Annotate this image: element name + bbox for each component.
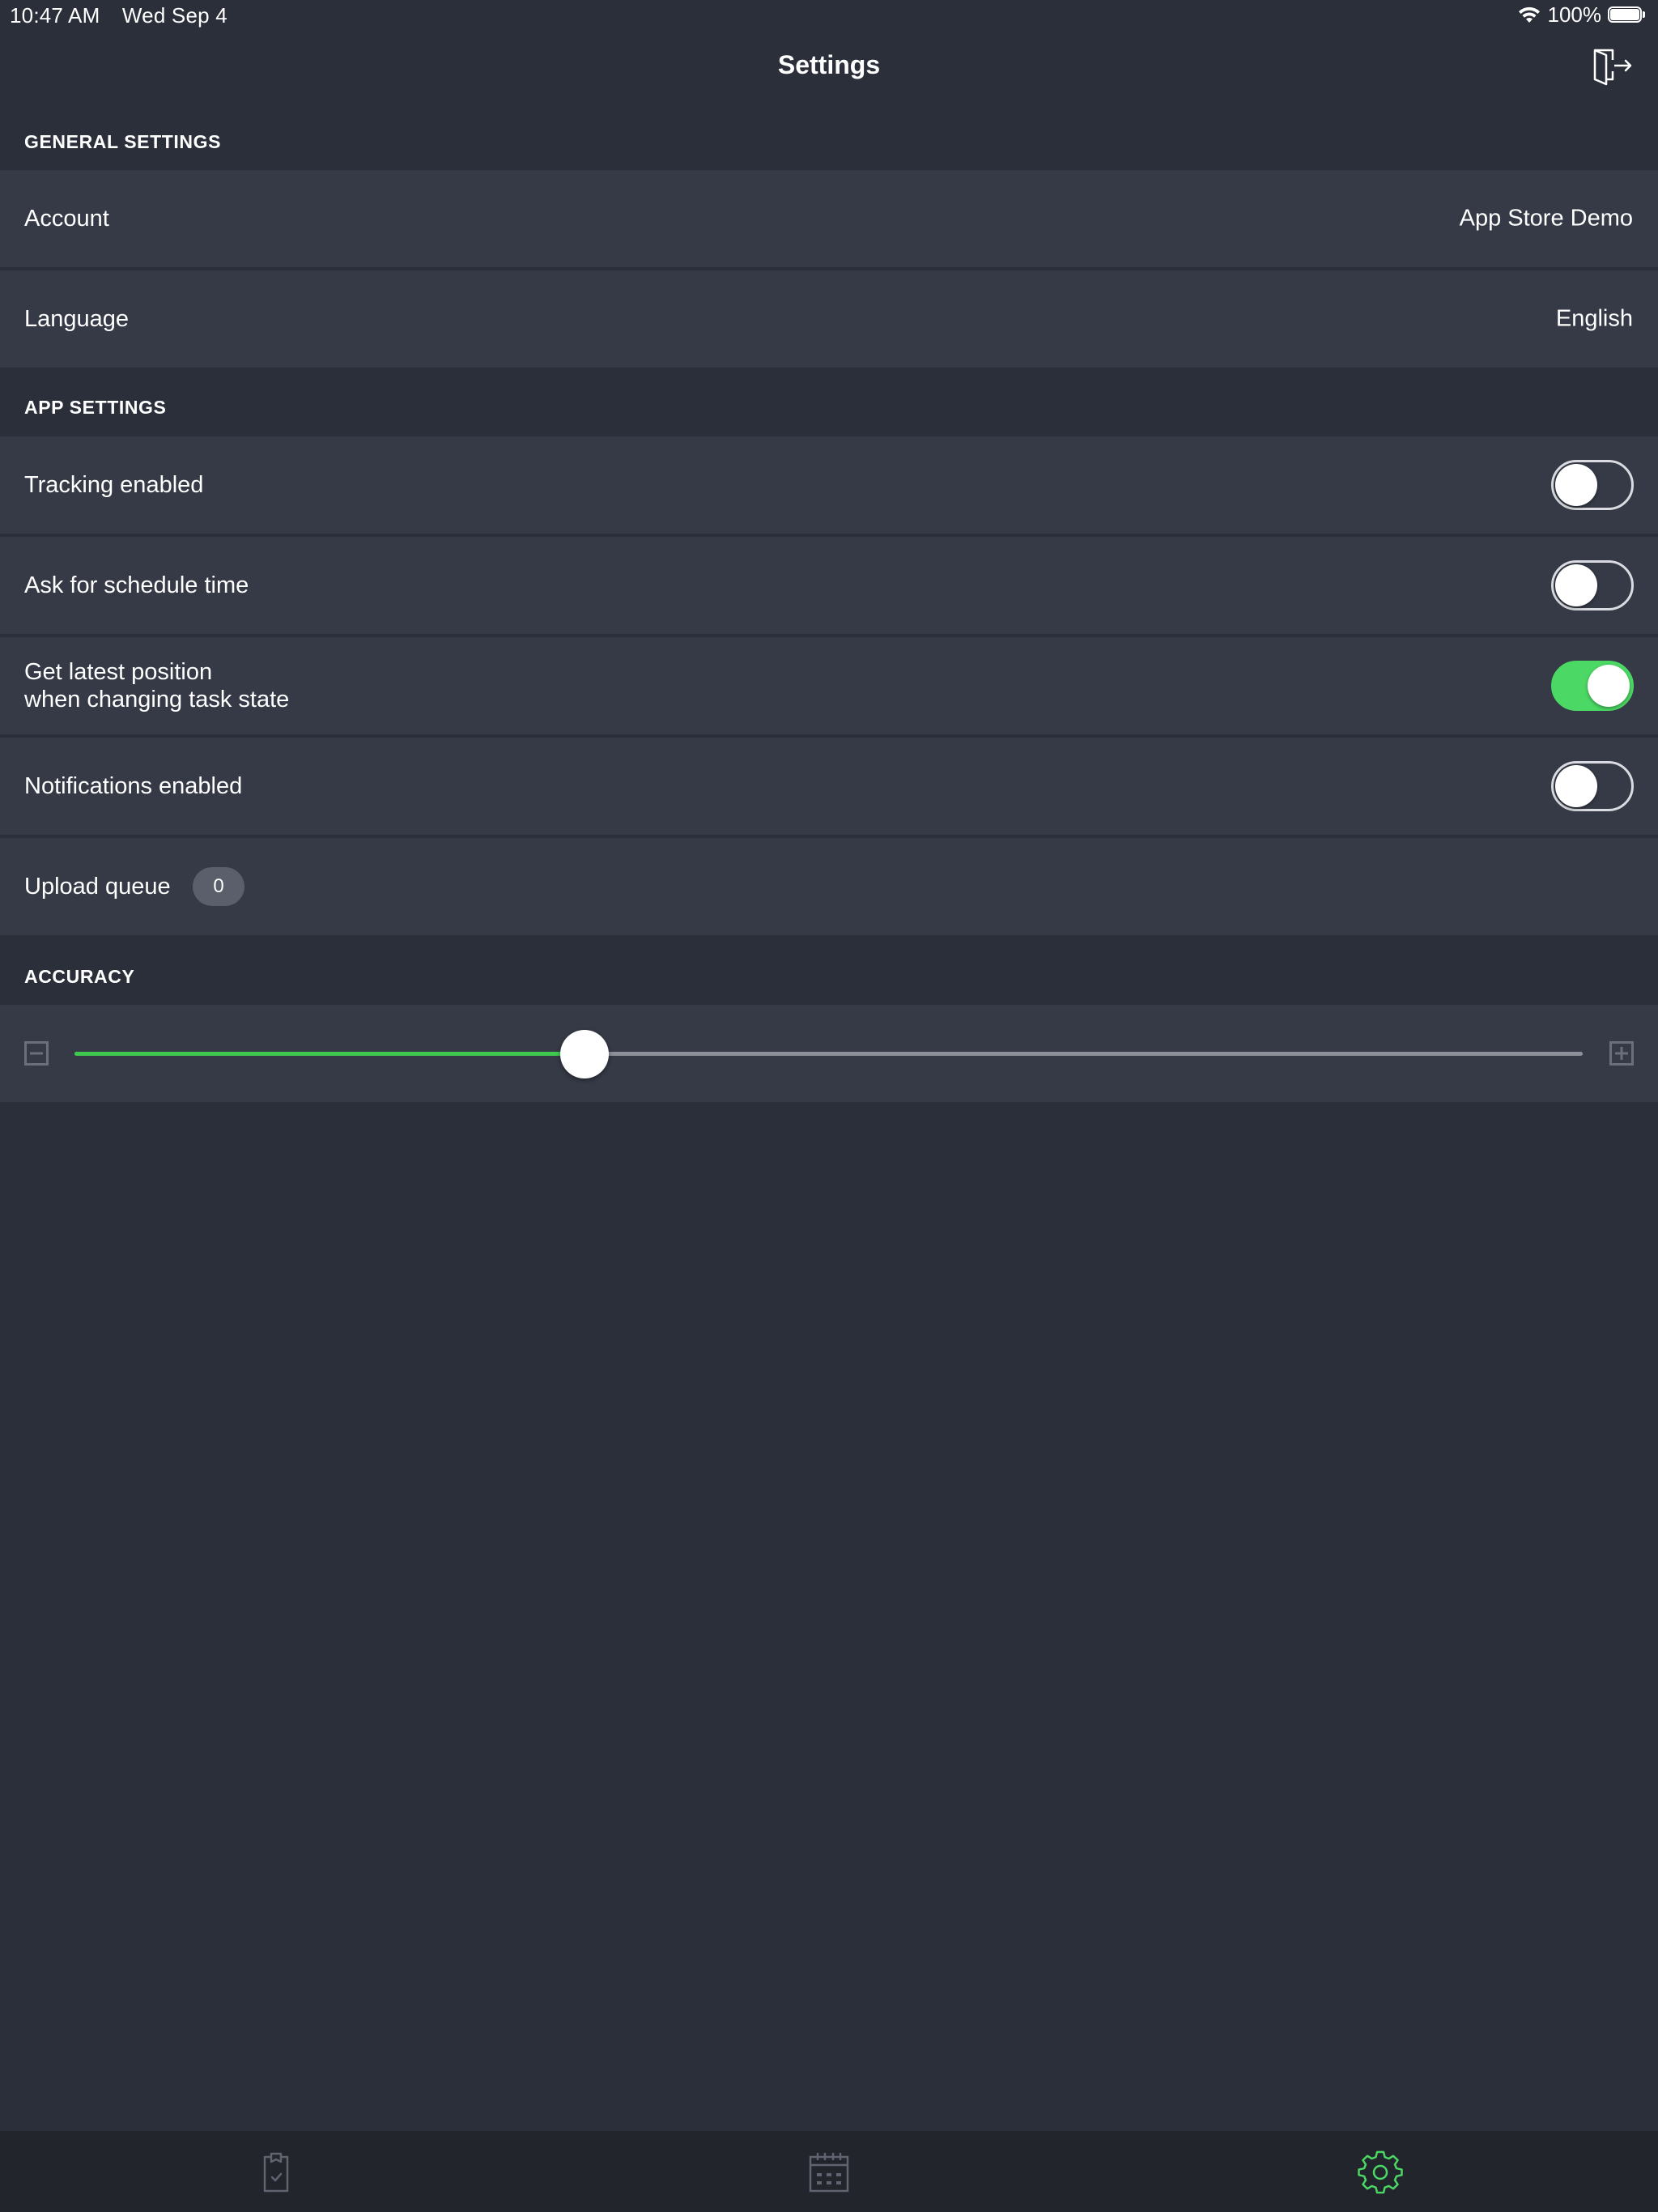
calendar-icon	[809, 2153, 849, 2193]
schedule-label: Ask for schedule time	[24, 572, 249, 598]
wifi-icon	[1517, 6, 1541, 24]
battery-icon	[1608, 6, 1647, 24]
decrease-accuracy-button[interactable]	[24, 1041, 49, 1066]
tab-tasks[interactable]	[253, 2150, 299, 2196]
logout-icon	[1593, 49, 1632, 86]
accuracy-slider[interactable]	[74, 1030, 1583, 1078]
section-header-accuracy: ACCURACY	[24, 966, 135, 987]
toggle-knob	[1588, 665, 1630, 707]
upload-queue-label: Upload queue	[24, 874, 171, 900]
language-label: Language	[24, 306, 130, 332]
account-value: App Store Demo	[1459, 205, 1633, 232]
nav-bar: Settings	[0, 32, 1658, 102]
tracking-toggle[interactable]	[1551, 460, 1634, 510]
position-label-line1: Get latest position	[24, 659, 213, 685]
schedule-row: Ask for schedule time	[0, 537, 1658, 634]
battery-percent: 100%	[1547, 2, 1602, 27]
status-bar: 10:47 AM Wed Sep 4 100%	[0, 0, 1658, 32]
language-value: English	[1555, 305, 1633, 332]
status-date: Wed Sep 4	[121, 3, 227, 28]
toggle-knob	[1555, 464, 1597, 506]
status-time: 10:47 AM	[10, 3, 100, 28]
tracking-label: Tracking enabled	[24, 472, 204, 498]
notifications-toggle[interactable]	[1551, 761, 1634, 811]
position-label: Get latest position when changing task s…	[24, 658, 289, 713]
status-left: 10:47 AM Wed Sep 4	[10, 3, 244, 28]
notifications-label: Notifications enabled	[24, 773, 243, 799]
logout-button[interactable]	[1592, 47, 1634, 86]
gear-icon	[1358, 2150, 1403, 2194]
clipboard-check-icon	[263, 2152, 289, 2193]
position-toggle[interactable]	[1551, 661, 1634, 711]
page-title: Settings	[777, 50, 881, 79]
slider-thumb[interactable]	[560, 1030, 609, 1078]
upload-queue-row[interactable]: Upload queue 0	[0, 838, 1658, 935]
section-header-app: APP SETTINGS	[24, 397, 167, 418]
position-row: Get latest position when changing task s…	[0, 637, 1658, 734]
increase-accuracy-button[interactable]	[1609, 1041, 1634, 1066]
upload-queue-badge: 0	[193, 867, 244, 906]
position-label-line2: when changing task state	[24, 687, 290, 713]
language-row[interactable]: Language English	[0, 270, 1658, 368]
schedule-toggle[interactable]	[1551, 560, 1634, 610]
slider-fill	[74, 1052, 585, 1056]
minus-icon	[24, 1041, 49, 1066]
plus-icon	[1609, 1041, 1634, 1066]
section-header-general: GENERAL SETTINGS	[24, 131, 222, 152]
toggle-knob	[1555, 564, 1597, 606]
tracking-row: Tracking enabled	[0, 436, 1658, 534]
tab-bar	[0, 2131, 1658, 2212]
notifications-row: Notifications enabled	[0, 738, 1658, 835]
accuracy-slider-row	[0, 1005, 1658, 1102]
tab-calendar[interactable]	[806, 2150, 852, 2196]
account-label: Account	[24, 206, 109, 232]
tab-settings[interactable]	[1358, 2150, 1403, 2196]
account-row[interactable]: Account App Store Demo	[0, 170, 1658, 267]
status-right: 100%	[1517, 2, 1647, 28]
toggle-knob	[1555, 765, 1597, 807]
